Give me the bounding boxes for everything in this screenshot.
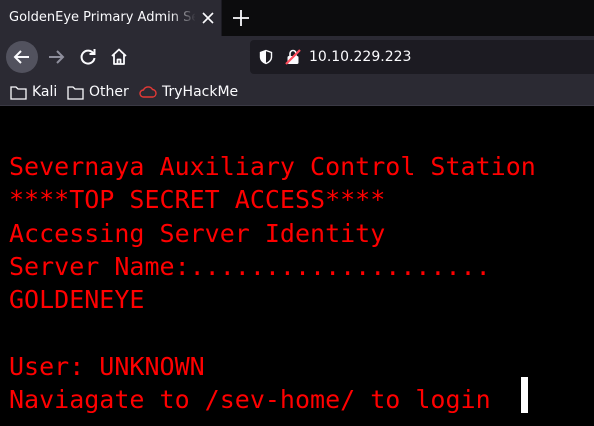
forward-arrow-icon [49,50,65,64]
bookmark-kali[interactable]: Kali [10,82,57,102]
back-button[interactable] [6,41,38,73]
bookmark-label: Kali [32,84,58,100]
back-arrow-icon [13,50,29,64]
bookmark-tryhackme[interactable]: TryHackMe [139,82,238,102]
url-text: 10.10.229.223 [309,49,412,65]
navigation-toolbar: 10.10.229.223 [0,36,594,78]
folder-icon [10,85,27,100]
forward-button[interactable] [40,41,72,73]
terminal-line: User: UNKNOWN [9,351,205,381]
tryhackme-logo-icon [139,86,157,98]
terminal-line: Naviagate to /sev-home/ to login [9,385,491,415]
terminal-line: ****TOP SECRET ACCESS**** [9,185,386,215]
terminal-line: Server Name:.................... [9,251,491,281]
reload-button[interactable] [72,41,104,73]
close-icon[interactable] [198,8,218,28]
tab-title-fade [170,6,196,30]
tab-title: GoldenEye Primary Admin Server [9,10,195,25]
terminal-line: ​ [9,316,536,349]
insecure-lock-icon[interactable] [284,48,302,66]
page-content: Severnaya Auxiliary Control Station ****T… [0,106,594,426]
bookmark-other[interactable]: Other [67,82,129,102]
url-bar[interactable]: 10.10.229.223 [250,40,594,74]
shield-icon[interactable] [258,49,274,65]
active-tab[interactable]: GoldenEye Primary Admin Server [0,0,222,36]
folder-icon [67,85,84,100]
tab-strip: GoldenEye Primary Admin Server [0,0,594,36]
home-icon [111,48,127,65]
home-button[interactable] [103,41,135,73]
terminal-output: Severnaya Auxiliary Control Station ****T… [9,150,536,416]
bookmark-label: Other [89,84,129,100]
text-cursor [521,377,528,413]
new-tab-icon[interactable] [230,7,252,29]
bookmark-label: TryHackMe [162,84,239,100]
bookmarks-toolbar: Kali Other TryHackMe [0,78,594,106]
reload-icon [80,49,96,65]
terminal-line: Accessing Server Identity [9,218,386,248]
terminal-line: Severnaya Auxiliary Control Station [9,152,536,181]
terminal-line: GOLDENEYE [9,285,145,315]
